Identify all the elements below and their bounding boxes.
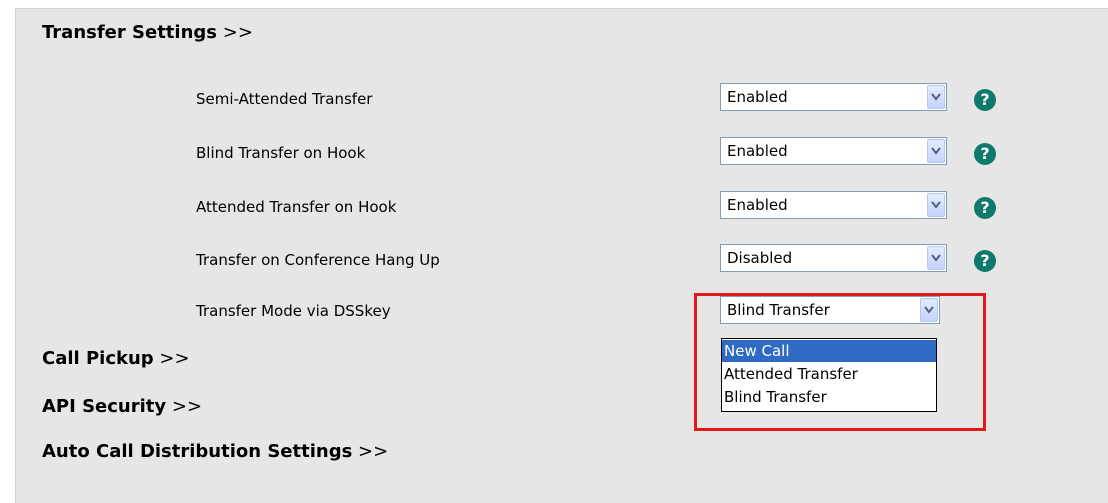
chevron-down-icon[interactable] bbox=[927, 246, 945, 270]
section-title: Transfer Settings bbox=[42, 22, 217, 43]
question-icon[interactable]: ? bbox=[974, 143, 996, 165]
select-transfer-on-conference-hang-up[interactable]: Disabled bbox=[720, 244, 947, 272]
help-glyph: ? bbox=[980, 90, 990, 109]
chevron-down-icon[interactable] bbox=[927, 85, 945, 109]
question-icon[interactable]: ? bbox=[974, 197, 996, 219]
help-glyph: ? bbox=[980, 251, 990, 270]
section-title: Call Pickup bbox=[42, 348, 154, 369]
section-title: API Security bbox=[42, 396, 167, 417]
section-transfer-settings[interactable]: Transfer Settings >> bbox=[42, 22, 253, 44]
expand-arrows: >> bbox=[358, 441, 389, 462]
chevron-down-icon[interactable] bbox=[927, 139, 945, 163]
select-attended-transfer-on-hook[interactable]: Enabled bbox=[720, 191, 947, 219]
section-call-pickup[interactable]: Call Pickup >> bbox=[42, 348, 190, 370]
section-api-security[interactable]: API Security >> bbox=[42, 396, 202, 418]
label-attended-transfer-on-hook: Attended Transfer on Hook bbox=[196, 198, 397, 216]
label-semi-attended-transfer: Semi-Attended Transfer bbox=[196, 90, 373, 108]
annotation-highlight-box bbox=[694, 293, 986, 431]
select-semi-attended-transfer[interactable]: Enabled bbox=[720, 83, 947, 111]
settings-panel: Transfer Settings >> Semi-Attended Trans… bbox=[15, 8, 1108, 503]
label-blind-transfer-on-hook: Blind Transfer on Hook bbox=[196, 144, 366, 162]
chevron-down-icon[interactable] bbox=[927, 193, 945, 217]
select-value: Enabled bbox=[727, 142, 788, 160]
help-glyph: ? bbox=[980, 198, 990, 217]
select-blind-transfer-on-hook[interactable]: Enabled bbox=[720, 137, 947, 165]
question-icon[interactable]: ? bbox=[974, 89, 996, 111]
label-transfer-on-conference-hang-up: Transfer on Conference Hang Up bbox=[196, 251, 440, 269]
expand-arrows: >> bbox=[159, 348, 190, 369]
help-glyph: ? bbox=[980, 144, 990, 163]
question-icon[interactable]: ? bbox=[974, 250, 996, 272]
section-auto-call-distribution-settings[interactable]: Auto Call Distribution Settings >> bbox=[42, 441, 388, 463]
select-value: Enabled bbox=[727, 196, 788, 214]
expand-arrows: >> bbox=[171, 396, 203, 417]
section-title: Auto Call Distribution Settings bbox=[42, 441, 353, 462]
select-value: Disabled bbox=[727, 249, 793, 267]
label-transfer-mode-via-dsskey: Transfer Mode via DSSkey bbox=[196, 302, 391, 320]
expand-arrows: >> bbox=[222, 22, 253, 43]
select-value: Enabled bbox=[727, 88, 788, 106]
